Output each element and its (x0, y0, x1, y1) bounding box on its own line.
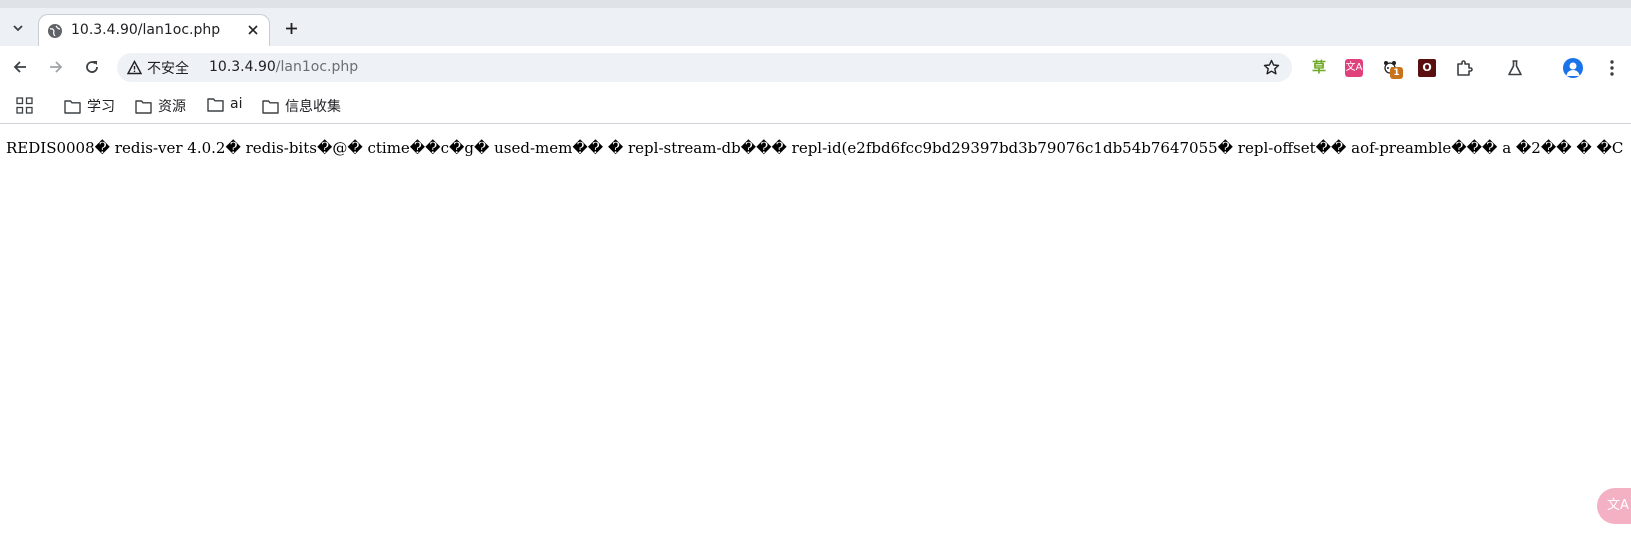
tab-bar: 10.3.4.90/lan1oc.php (0, 8, 1631, 46)
apps-grid-icon[interactable] (16, 97, 33, 114)
bookmarks-bar: 学习 资源 ai 信息收集 (0, 88, 1631, 124)
forward-arrow-icon[interactable] (46, 57, 66, 77)
translate-floating-icon[interactable]: 文A (1597, 488, 1631, 524)
translate-extension-icon[interactable]: 文A (1345, 59, 1363, 77)
folder-icon (262, 99, 279, 114)
bookmark-label: 信息收集 (285, 99, 341, 115)
profile-avatar-icon[interactable] (1563, 58, 1583, 78)
globe-icon (48, 24, 62, 38)
bookmark-folder-xinxishouji[interactable]: 信息收集 (262, 96, 341, 116)
bookmark-label: ai (230, 96, 243, 112)
bookmark-label: 资源 (158, 99, 186, 115)
address-bar[interactable]: 不安全 10.3.4.90/lan1oc.php (117, 53, 1292, 82)
grass-extension-icon[interactable]: 草 (1310, 59, 1328, 77)
more-menu-dots-icon[interactable] (1602, 58, 1622, 78)
security-status-label[interactable]: 不安全 (147, 58, 189, 78)
folder-icon (135, 99, 152, 114)
close-tab-icon[interactable] (245, 22, 261, 38)
bookmark-folder-ai[interactable]: ai (207, 96, 242, 112)
url-text[interactable]: 10.3.4.90/lan1oc.php (209, 59, 358, 75)
tab-title: 10.3.4.90/lan1oc.php (71, 22, 221, 38)
bookmark-folder-ziyuan[interactable]: 资源 (135, 96, 186, 116)
tab-active[interactable]: 10.3.4.90/lan1oc.php (38, 14, 270, 46)
back-arrow-icon[interactable] (10, 57, 30, 77)
bookmark-folder-xuexi[interactable]: 学习 (64, 96, 115, 116)
bookmark-label: 学习 (87, 99, 115, 115)
url-host: 10.3.4.90 (209, 59, 276, 75)
extensions-puzzle-icon[interactable] (1455, 59, 1473, 77)
new-tab-plus-icon[interactable] (281, 18, 301, 38)
o-extension-icon[interactable]: O (1418, 59, 1436, 77)
toolbar: 不安全 10.3.4.90/lan1oc.php 草 文A 1 O (0, 46, 1631, 88)
folder-icon (207, 97, 224, 112)
reload-icon[interactable] (82, 57, 102, 77)
folder-icon (64, 99, 81, 114)
labs-flask-icon[interactable] (1506, 59, 1524, 77)
url-path: /lan1oc.php (275, 59, 359, 75)
warning-triangle-icon[interactable] (127, 60, 142, 75)
window-top-strip (0, 0, 1631, 8)
bookmark-star-icon[interactable] (1263, 59, 1280, 76)
tab-search-chevron-icon[interactable] (8, 18, 28, 38)
extension-badge-count: 1 (1390, 67, 1403, 79)
panda-extension-icon[interactable]: 1 (1382, 59, 1403, 79)
page-raw-text: REDIS0008� redis-ver 4.0.2� redis-bits�@… (6, 139, 1624, 157)
